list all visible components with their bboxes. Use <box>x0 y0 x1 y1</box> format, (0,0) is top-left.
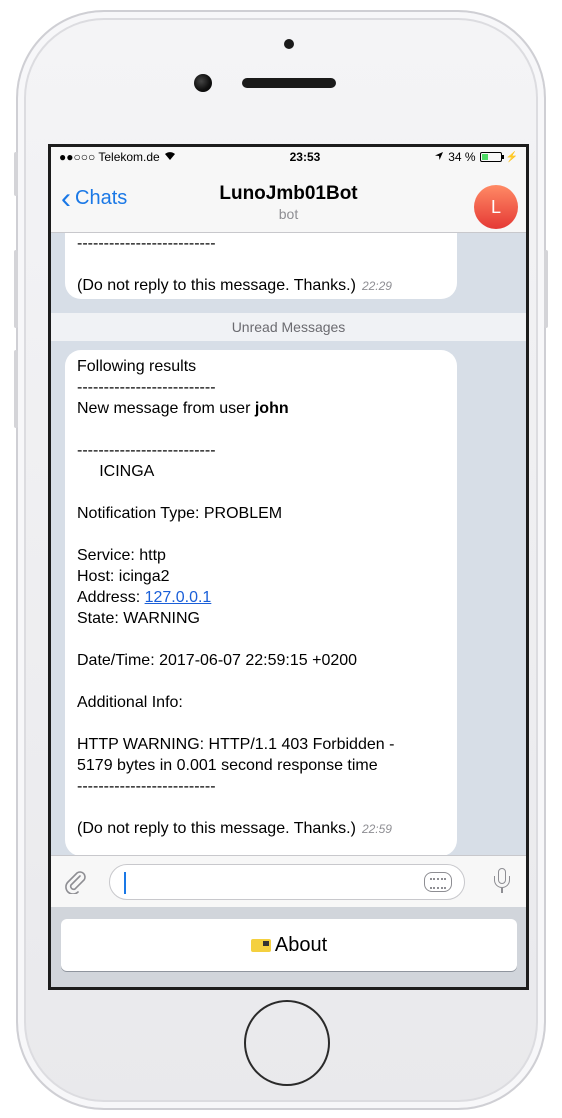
address-link[interactable]: 127.0.0.1 <box>145 589 212 606</box>
message-line <box>77 524 445 545</box>
composer-bar <box>51 855 526 907</box>
message-line: Address: 127.0.0.1 <box>77 587 445 608</box>
message-line <box>77 713 445 734</box>
message-line: State: WARNING <box>77 610 200 627</box>
message-line: -------------------------- <box>77 442 216 459</box>
clock: 23:53 <box>289 150 321 164</box>
message-line: -------------------------- <box>77 235 216 252</box>
charging-icon: ⚡ <box>505 151 518 163</box>
message-line <box>77 797 445 818</box>
mute-switch <box>14 152 18 196</box>
message-line: Service: http <box>77 547 166 564</box>
message-line <box>77 629 445 650</box>
chat-title-block[interactable]: LunoJmb01Bot bot <box>51 183 526 222</box>
message-text: (Do not reply to this message. Thanks.) <box>77 820 356 837</box>
proximity-sensor <box>284 39 294 49</box>
message-text: New message from user <box>77 400 255 417</box>
message-line: Additional Info: <box>77 694 183 711</box>
unread-divider: Unread Messages <box>51 313 526 341</box>
chat-title: LunoJmb01Bot <box>219 183 358 204</box>
message-line: 5179 bytes in 0.001 second response time <box>77 757 378 774</box>
message-line: HTTP WARNING: HTTP/1.1 403 Forbidden - <box>77 736 395 753</box>
message-line: New message from user john <box>77 398 445 419</box>
message-line: Date/Time: 2017-06-07 22:59:15 +0200 <box>77 652 358 669</box>
battery-percent: 34 % <box>448 150 476 164</box>
message-text: Address: <box>77 589 145 606</box>
message-time: 22:59 <box>361 822 392 836</box>
volume-down-button <box>14 350 18 428</box>
message-line: -------------------------- <box>77 778 216 795</box>
message-line: ICINGA <box>77 463 155 480</box>
about-label: About <box>274 933 328 956</box>
keyboard-icon[interactable] <box>424 872 452 892</box>
unread-label: Unread Messages <box>231 319 346 335</box>
message-line <box>77 254 445 275</box>
battery-icon <box>479 152 504 162</box>
location-arrow-icon <box>434 150 444 164</box>
microphone-icon[interactable] <box>494 868 510 894</box>
message-line: (Do not reply to this message. Thanks.) 2… <box>77 818 445 840</box>
chat-header: ‹ Chats LunoJmb01Bot bot L <box>51 167 526 233</box>
message-line: Notification Type: PROBLEM <box>77 505 283 522</box>
message-time: 22:29 <box>361 279 392 293</box>
message-bubble[interactable]: Following results ----------------------… <box>65 350 457 855</box>
phone-screen: ●●○○○ Telekom.de 23:53 34 % ⚡ ‹ Chats Lu… <box>48 144 529 990</box>
chat-subtitle: bot <box>278 206 299 222</box>
avatar[interactable]: L <box>474 185 518 229</box>
username: john <box>254 400 289 417</box>
paperclip-icon[interactable] <box>63 868 87 901</box>
about-button[interactable]: About <box>61 919 517 971</box>
message-bubble[interactable]: -------------------------- (Do not reply… <box>65 233 457 299</box>
home-button[interactable] <box>244 1000 330 1086</box>
message-text: (Do not reply to this message. Thanks.) <box>77 277 356 294</box>
message-input[interactable] <box>109 864 465 900</box>
wifi-icon <box>164 151 176 164</box>
message-line <box>77 671 445 692</box>
message-line: Following results <box>77 358 197 375</box>
status-bar: ●●○○○ Telekom.de 23:53 34 % ⚡ <box>51 147 526 167</box>
power-button <box>544 250 548 328</box>
earpiece-speaker <box>242 78 336 88</box>
volume-up-button <box>14 250 18 328</box>
message-line <box>77 482 445 503</box>
front-camera <box>194 74 212 92</box>
message-line: (Do not reply to this message. Thanks.) 2… <box>77 275 445 297</box>
text-caret <box>124 872 126 894</box>
card-icon <box>250 938 271 952</box>
avatar-letter: L <box>490 196 501 217</box>
message-line: Host: icinga2 <box>77 568 170 585</box>
message-line <box>77 419 445 440</box>
message-list[interactable]: -------------------------- (Do not reply… <box>51 233 526 855</box>
message-line: -------------------------- <box>77 379 216 396</box>
bot-keyboard: About <box>51 907 526 987</box>
carrier-label: ●●○○○ Telekom.de <box>59 150 160 164</box>
